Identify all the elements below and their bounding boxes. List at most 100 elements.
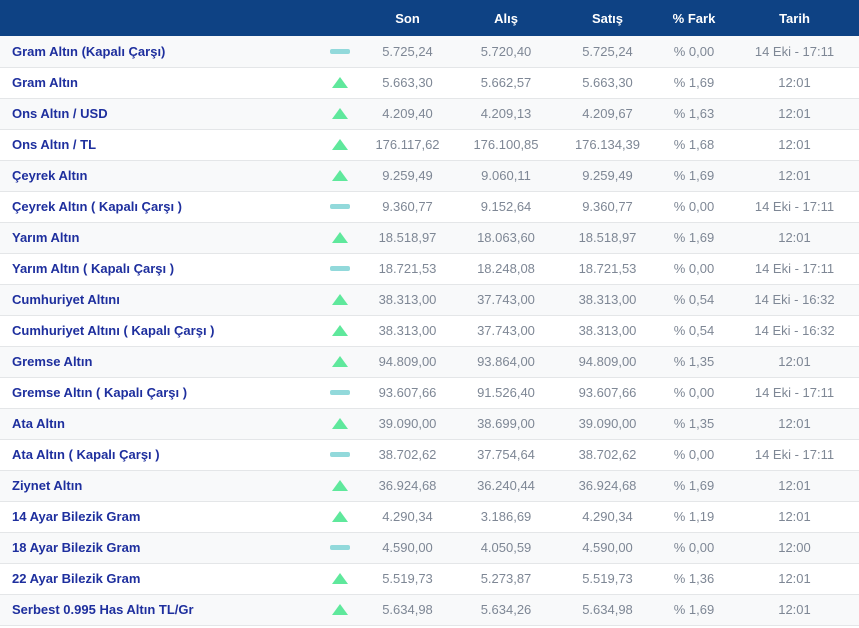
alis-value: 9.152,64 [455,191,557,222]
trend-cell [320,346,360,377]
son-value: 5.634,98 [360,594,455,625]
alis-value: 37.743,00 [455,284,557,315]
tarih-value: 12:01 [730,67,859,98]
son-value: 93.607,66 [360,377,455,408]
instrument-name-link[interactable]: Yarım Altın ( Kapalı Çarşı ) [0,253,320,284]
table-row: Gremse Altın ( Kapalı Çarşı ) 93.607,66 … [0,377,859,408]
flat-dash-icon [330,49,350,54]
fark-value: % 0,00 [658,191,730,222]
triangle-up-icon [332,325,348,336]
son-value: 5.519,73 [360,563,455,594]
satis-value: 4.290,34 [557,501,658,532]
alis-value: 5.662,57 [455,67,557,98]
alis-value: 5.634,26 [455,594,557,625]
fark-value: % 1,35 [658,408,730,439]
trend-cell [320,470,360,501]
instrument-name-link[interactable]: Yarım Altın [0,222,320,253]
fark-value: % 1,19 [658,501,730,532]
table-row: Ata Altın 39.090,00 38.699,00 39.090,00 … [0,408,859,439]
instrument-name-link[interactable]: Ziynet Altın [0,470,320,501]
trend-cell [320,501,360,532]
fark-value: % 1,69 [658,67,730,98]
table-row: Ata Altın ( Kapalı Çarşı ) 38.702,62 37.… [0,439,859,470]
son-value: 9.259,49 [360,160,455,191]
instrument-name-link[interactable]: 18 Ayar Bilezik Gram [0,532,320,563]
instrument-name-link[interactable]: Cumhuriyet Altını ( Kapalı Çarşı ) [0,315,320,346]
column-header-satis: Satış [557,0,658,36]
instrument-name-link[interactable]: Ata Altın [0,408,320,439]
trend-cell [320,191,360,222]
flat-dash-icon [330,390,350,395]
column-header-fark: % Fark [658,0,730,36]
satis-value: 4.590,00 [557,532,658,563]
alis-value: 5.720,40 [455,36,557,67]
table-row: Gremse Altın 94.809,00 93.864,00 94.809,… [0,346,859,377]
header-name-spacer [0,0,320,36]
satis-value: 5.663,30 [557,67,658,98]
instrument-name-link[interactable]: 14 Ayar Bilezik Gram [0,501,320,532]
tarih-value: 12:01 [730,501,859,532]
fark-value: % 1,69 [658,222,730,253]
trend-cell [320,532,360,563]
table-row: Yarım Altın 18.518,97 18.063,60 18.518,9… [0,222,859,253]
satis-value: 18.518,97 [557,222,658,253]
trend-cell [320,160,360,191]
son-value: 4.290,34 [360,501,455,532]
tarih-value: 12:01 [730,408,859,439]
satis-value: 5.634,98 [557,594,658,625]
instrument-name-link[interactable]: Gremse Altın [0,346,320,377]
instrument-name-link[interactable]: Gremse Altın ( Kapalı Çarşı ) [0,377,320,408]
satis-value: 36.924,68 [557,470,658,501]
fark-value: % 1,35 [658,346,730,377]
alis-value: 4.209,13 [455,98,557,129]
table-header: Son Alış Satış % Fark Tarih [0,0,859,36]
instrument-name-link[interactable]: Ata Altın ( Kapalı Çarşı ) [0,439,320,470]
table-row: Gram Altın 5.663,30 5.662,57 5.663,30 % … [0,67,859,98]
table-row: Serbest 0.995 Has Altın TL/Gr 5.634,98 5… [0,594,859,625]
son-value: 4.590,00 [360,532,455,563]
alis-value: 4.050,59 [455,532,557,563]
tarih-value: 12:01 [730,470,859,501]
instrument-name-link[interactable]: Gram Altın (Kapalı Çarşı) [0,36,320,67]
tarih-value: 14 Eki - 17:11 [730,377,859,408]
triangle-up-icon [332,573,348,584]
instrument-name-link[interactable]: Ons Altın / USD [0,98,320,129]
table-row: Cumhuriyet Altını ( Kapalı Çarşı ) 38.31… [0,315,859,346]
table-row: Ons Altın / TL 176.117,62 176.100,85 176… [0,129,859,160]
fark-value: % 0,54 [658,284,730,315]
alis-value: 38.699,00 [455,408,557,439]
instrument-name-link[interactable]: Çeyrek Altın ( Kapalı Çarşı ) [0,191,320,222]
satis-value: 94.809,00 [557,346,658,377]
trend-cell [320,377,360,408]
alis-value: 3.186,69 [455,501,557,532]
trend-cell [320,594,360,625]
alis-value: 176.100,85 [455,129,557,160]
trend-cell [320,129,360,160]
satis-value: 38.702,62 [557,439,658,470]
header-trend-spacer [320,0,360,36]
tarih-value: 12:01 [730,563,859,594]
alis-value: 91.526,40 [455,377,557,408]
tarih-value: 14 Eki - 16:32 [730,284,859,315]
instrument-name-link[interactable]: Serbest 0.995 Has Altın TL/Gr [0,594,320,625]
son-value: 38.702,62 [360,439,455,470]
table-row: Gram Altın (Kapalı Çarşı) 5.725,24 5.720… [0,36,859,67]
instrument-name-link[interactable]: Ons Altın / TL [0,129,320,160]
instrument-name-link[interactable]: Gram Altın [0,67,320,98]
instrument-name-link[interactable]: 22 Ayar Bilezik Gram [0,563,320,594]
instrument-name-link[interactable]: Cumhuriyet Altını [0,284,320,315]
tarih-value: 12:01 [730,594,859,625]
fark-value: % 1,69 [658,594,730,625]
tarih-value: 14 Eki - 17:11 [730,253,859,284]
table-row: Ons Altın / USD 4.209,40 4.209,13 4.209,… [0,98,859,129]
satis-value: 18.721,53 [557,253,658,284]
son-value: 36.924,68 [360,470,455,501]
instrument-name-link[interactable]: Çeyrek Altın [0,160,320,191]
tarih-value: 12:01 [730,346,859,377]
trend-cell [320,315,360,346]
trend-cell [320,439,360,470]
tarih-value: 14 Eki - 16:32 [730,315,859,346]
fark-value: % 0,00 [658,439,730,470]
triangle-up-icon [332,170,348,181]
satis-value: 4.209,67 [557,98,658,129]
